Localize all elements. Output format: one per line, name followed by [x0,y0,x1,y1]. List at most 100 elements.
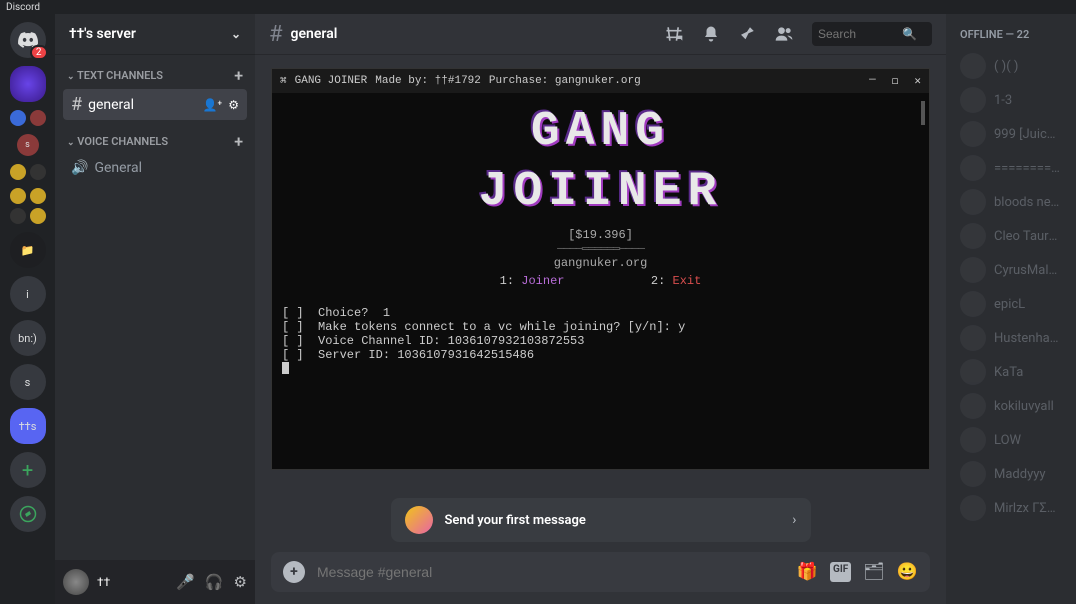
member-item[interactable]: 1-3 [954,83,1068,117]
member-name: 999 [Juice W [994,127,1062,142]
app-titlebar: Discord [0,0,1076,14]
member-item[interactable]: kokiluvyall [954,389,1068,423]
member-avatar [960,87,986,113]
server-item-tts[interactable]: ††s [10,408,46,444]
member-item[interactable]: epicL [954,287,1068,321]
voice-channel-general[interactable]: 🔊 General [63,155,247,181]
message-input[interactable] [317,564,785,580]
home-badge: 2 [30,45,48,60]
hash-icon: # [269,22,283,47]
gift-icon[interactable]: 🎁 [797,562,818,582]
emoji-icon[interactable]: 😀 [897,562,918,582]
terminal-output: [ ] Choice? 1 [ ] Make tokens connect to… [282,306,919,378]
invite-icon[interactable]: 👤⁺ [202,98,222,112]
text-channels-header[interactable]: ⌄ TEXT CHANNELS + [63,66,247,89]
chat-body: ⌘ GANG JOINER Made by: ††#1792 Purchase:… [255,54,946,552]
terminal-url: gangnuker.org [554,256,648,270]
search-box[interactable]: 🔍 [812,22,932,46]
server-item-0[interactable] [10,66,46,102]
members-icon[interactable] [774,24,794,44]
channel-header: # general 🔍 [255,14,946,54]
threads-icon[interactable] [664,24,684,44]
main-area: # general 🔍 [255,14,946,604]
search-icon: 🔍 [902,27,917,41]
terminal-line: [ ] Make tokens connect to a vc while jo… [282,320,919,334]
explore-button[interactable] [10,496,46,532]
member-name: 1-3 [994,93,1012,108]
member-item[interactable]: 999 [Juice W [954,117,1068,151]
member-avatar [960,495,986,521]
member-list-header: OFFLINE — 22 [954,28,1068,41]
channel-general[interactable]: # general 👤⁺ ⚙ [63,89,247,120]
speaker-icon: 🔊 [71,160,88,176]
terminal-line: [ ] Server ID: 1036107931642515486 [282,348,919,362]
first-message-card[interactable]: Send your first message › [391,498,811,542]
search-input[interactable] [818,27,898,41]
chevron-down-icon: ⌄ [231,27,241,41]
member-avatar [960,121,986,147]
sticker-icon[interactable]: 🗂 [863,562,885,582]
terminal-line: [ ] Voice Channel ID: 103610793210387255… [282,334,919,348]
member-name: Maddyyy [994,467,1046,482]
channel-title: general [291,26,338,42]
headphones-icon[interactable]: 🎧 [205,573,224,591]
member-item[interactable]: LOW [954,423,1068,457]
attach-button[interactable]: + [283,561,305,583]
home-button[interactable]: 2 [10,22,46,58]
server-header[interactable]: ††'s server ⌄ [55,14,255,54]
member-avatar [960,427,986,453]
channel-label: general [88,97,134,113]
server-item-i[interactable]: i [10,276,46,312]
member-item[interactable]: Mirlzx ГΣРѢ [954,491,1068,525]
member-item[interactable]: Hustenhaft F [954,321,1068,355]
member-item[interactable]: ( )( ) [954,49,1068,83]
gear-icon[interactable]: ⚙ [228,98,239,112]
first-message-text: Send your first message [445,513,586,528]
mic-muted-icon[interactable]: 🎤 [176,573,195,591]
server-folder-0[interactable] [10,110,46,126]
settings-icon[interactable]: ⚙ [234,573,247,591]
minimize-icon[interactable]: — [869,74,876,88]
wave-emoji-icon [405,506,433,534]
add-text-channel-button[interactable]: + [234,66,243,85]
server-item-folder[interactable]: 📁 [10,232,46,268]
close-icon[interactable]: ✕ [914,74,921,88]
member-item[interactable]: Maddyyy [954,457,1068,491]
server-item-bn[interactable]: bn:) [10,320,46,356]
user-panel: †† 🎤 🎧 ⚙ [55,560,255,604]
add-voice-channel-button[interactable]: + [234,132,243,151]
member-avatar [960,53,986,79]
server-item-s[interactable]: s [10,364,46,400]
server-folder-1[interactable] [10,164,46,180]
server-item-small[interactable]: s [17,134,39,156]
username: †† [97,575,110,589]
member-item[interactable]: bloods never [954,185,1068,219]
terminal-titlebar[interactable]: ⌘ GANG JOINER Made by: ††#1792 Purchase:… [272,69,929,93]
ascii-art-line1: GANG [282,107,919,157]
member-avatar [960,189,986,215]
pin-icon[interactable] [738,25,756,43]
add-server-button[interactable]: + [10,452,46,488]
member-item[interactable]: KaTa [954,355,1068,389]
ascii-art-line2: JOIINER [282,167,919,217]
member-item[interactable]: ========== [954,151,1068,185]
voice-channel-label: General [94,160,142,176]
member-name: KaTa [994,365,1023,380]
voice-channels-header[interactable]: ⌄ VOICE CHANNELS + [63,132,247,155]
gif-button[interactable]: GIF [830,562,851,582]
maximize-icon[interactable]: ◻ [892,74,899,88]
user-avatar[interactable] [63,569,89,595]
server-folder-2[interactable] [10,188,46,224]
member-name: ========== [994,161,1062,176]
member-item[interactable]: Cleo Taurus [954,219,1068,253]
terminal-scrollbar[interactable] [921,101,925,125]
terminal-madeby: Made by: ††#1792 [375,75,481,87]
member-name: Cleo Taurus [994,229,1062,244]
bell-icon[interactable] [702,25,720,43]
hash-icon: # [71,94,82,115]
terminal-purchase: Purchase: gangnuker.org [489,75,641,87]
member-avatar [960,393,986,419]
member-item[interactable]: CyrusMaleW [954,253,1068,287]
terminal-body: GANG JOIINER [$19.396] ────══════──── ga… [272,93,929,469]
member-name: CyrusMaleW [994,263,1062,278]
